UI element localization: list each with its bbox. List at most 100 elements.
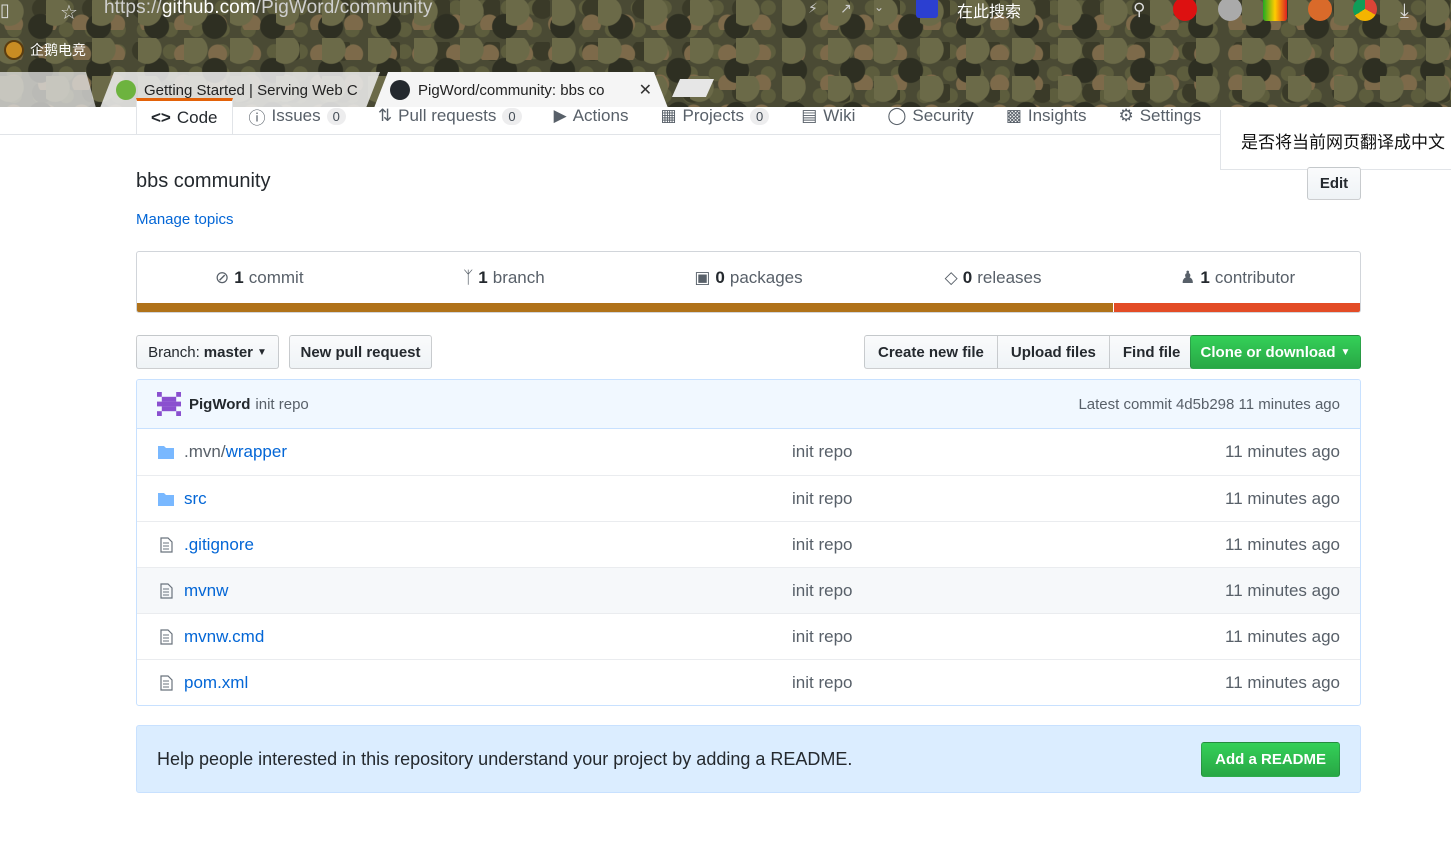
file-name-link[interactable]: pom.xml: [184, 673, 248, 693]
file-icon: [160, 582, 173, 599]
branch-name: master: [203, 343, 253, 361]
file-commit-message[interactable]: init repo: [792, 489, 1225, 509]
project-icon: ▦: [660, 106, 677, 125]
new-tab-button[interactable]: [672, 79, 714, 97]
contributors-count: 1: [1200, 268, 1210, 287]
file-commit-message[interactable]: init repo: [792, 627, 1225, 647]
tab-title: PigWord/community: bbs co: [418, 81, 605, 99]
new-pull-request-button[interactable]: New pull request: [289, 335, 432, 369]
branches-link[interactable]: ᛉ 1 branch: [382, 252, 627, 304]
tab-settings[interactable]: ⚙ Settings: [1102, 98, 1217, 134]
tab-label: Actions: [572, 106, 629, 125]
releases-link[interactable]: ◇ 0 releases: [871, 252, 1116, 304]
share-icon[interactable]: ↗: [840, 0, 852, 17]
latest-commit-info[interactable]: Latest commit 4d5b298 11 minutes ago: [1078, 396, 1340, 413]
search-icon[interactable]: ⚲: [1133, 0, 1145, 20]
download-helper-icon[interactable]: [1263, 0, 1287, 21]
bookmark-label: 企鹅电竞: [30, 42, 86, 58]
lightbulb-icon[interactable]: [1218, 0, 1242, 21]
tiger-icon[interactable]: [1308, 0, 1332, 21]
gear-icon: ⚙: [1118, 106, 1134, 125]
close-icon[interactable]: ✕: [639, 80, 652, 100]
branches-count: 1: [478, 268, 488, 287]
url-text[interactable]: https://github.com/PigWord/community: [104, 0, 433, 19]
file-commit-message[interactable]: init repo: [792, 673, 1225, 693]
language-bar[interactable]: [137, 303, 1360, 312]
table-row: pom.xml init repo 11 minutes ago: [137, 659, 1360, 705]
add-readme-button[interactable]: Add a README: [1201, 741, 1340, 777]
address-bar[interactable]: ▯ ☆ https://github.com/PigWord/community…: [0, 0, 1451, 24]
language-segment[interactable]: [137, 303, 1113, 312]
search-engine-icon[interactable]: [916, 0, 938, 18]
lightning-icon[interactable]: ⚡: [808, 0, 818, 17]
language-segment[interactable]: [1112, 303, 1360, 312]
tab-label: Insights: [1027, 106, 1087, 125]
file-name-link[interactable]: .mvn/wrapper: [184, 442, 287, 462]
branch-select-button[interactable]: Branch: master ▼: [136, 335, 279, 369]
file-name[interactable]: mvnw.cmd: [184, 627, 264, 646]
commits-link[interactable]: ⊘ 1 commit: [137, 252, 382, 304]
file-name-link[interactable]: src: [184, 489, 207, 509]
edit-button[interactable]: Edit: [1307, 167, 1361, 200]
file-commit-message[interactable]: init repo: [792, 442, 1225, 462]
file-age: 11 minutes ago: [1225, 672, 1340, 692]
create-new-file-button[interactable]: Create new file: [864, 335, 998, 369]
file-name[interactable]: mvnw: [184, 581, 228, 600]
bookmark-toggle-icon[interactable]: ▯: [0, 0, 10, 21]
play-icon: ▶: [553, 106, 567, 125]
file-name[interactable]: src: [184, 489, 207, 508]
chrome-icon[interactable]: [1353, 0, 1377, 21]
branches-label: branch: [492, 268, 545, 287]
file-path-prefix[interactable]: .mvn/: [184, 442, 226, 461]
file-name-link[interactable]: mvnw.cmd: [184, 627, 264, 647]
chevron-down-icon[interactable]: ⌄: [874, 0, 884, 14]
clone-download-button[interactable]: Clone or download ▼: [1190, 335, 1361, 369]
file-commit-message[interactable]: init repo: [792, 581, 1225, 601]
file-name[interactable]: .gitignore: [184, 535, 254, 554]
avatar[interactable]: [157, 392, 181, 416]
tab-strip-start: [0, 72, 96, 107]
repo-nav: <> Code ⓘ Issues 0 ⇅ Pull requests 0 ▶ Actions…: [136, 98, 1217, 134]
search-label[interactable]: 在此搜索: [957, 0, 1021, 22]
commits-label: commit: [248, 268, 304, 287]
file-name-link[interactable]: mvnw: [184, 581, 228, 601]
tab-wiki[interactable]: ▤ Wiki: [785, 98, 871, 134]
commit-message[interactable]: init repo: [255, 396, 308, 413]
tab-actions[interactable]: ▶ Actions: [538, 98, 645, 134]
tab-security[interactable]: ◯ Security: [871, 98, 989, 134]
manage-topics-link[interactable]: Manage topics: [136, 211, 234, 228]
caret-down-icon: ▼: [1340, 346, 1351, 358]
repo-summary: ⊘ 1 commit ᛉ 1 branch ▣ 0 packages ◇ 0 releases …: [136, 251, 1361, 313]
tab-label: Issues: [271, 106, 321, 125]
qe-esports-icon: [4, 40, 24, 60]
find-file-button[interactable]: Find file: [1108, 335, 1195, 369]
adblock-icon[interactable]: [1173, 0, 1197, 21]
file-commit-message[interactable]: init repo: [792, 535, 1225, 555]
bookmark-item[interactable]: 企鹅电竞: [4, 40, 86, 60]
tab-code[interactable]: <> Code: [136, 98, 233, 134]
packages-link[interactable]: ▣ 0 packages: [626, 252, 871, 304]
tab-label: Security: [912, 106, 974, 125]
readme-banner-text: Help people interested in this repositor…: [157, 748, 853, 769]
readme-banner: Help people interested in this repositor…: [136, 725, 1361, 793]
file-age: 11 minutes ago: [1225, 534, 1340, 554]
commits-count: 1: [234, 268, 244, 287]
shield-icon: ◯: [887, 106, 907, 125]
github-icon: [390, 80, 410, 100]
upload-files-button[interactable]: Upload files: [996, 335, 1110, 369]
tab-issues[interactable]: ⓘ Issues 0: [233, 98, 362, 134]
branch-icon: ᛉ: [463, 268, 474, 287]
file-name-link[interactable]: .gitignore: [184, 535, 254, 555]
tab-insights[interactable]: ▩ Insights: [990, 98, 1103, 134]
tab-label: Settings: [1139, 106, 1202, 125]
contributors-link[interactable]: ♟ 1 contributor: [1115, 252, 1360, 304]
file-name[interactable]: pom.xml: [184, 673, 248, 692]
file-name[interactable]: wrapper: [226, 442, 287, 461]
browser-chrome: ▯ ☆ https://github.com/PigWord/community…: [0, 0, 1451, 107]
translate-prompt[interactable]: 是否将当前网页翻译成中文: [1220, 110, 1451, 170]
commit-author[interactable]: PigWord: [189, 396, 250, 413]
star-icon[interactable]: ☆: [60, 0, 78, 25]
tab-pull-requests[interactable]: ⇅ Pull requests 0: [362, 98, 538, 134]
download-icon[interactable]: ⤓: [1400, 0, 1409, 23]
tab-projects[interactable]: ▦ Projects 0: [644, 98, 785, 134]
